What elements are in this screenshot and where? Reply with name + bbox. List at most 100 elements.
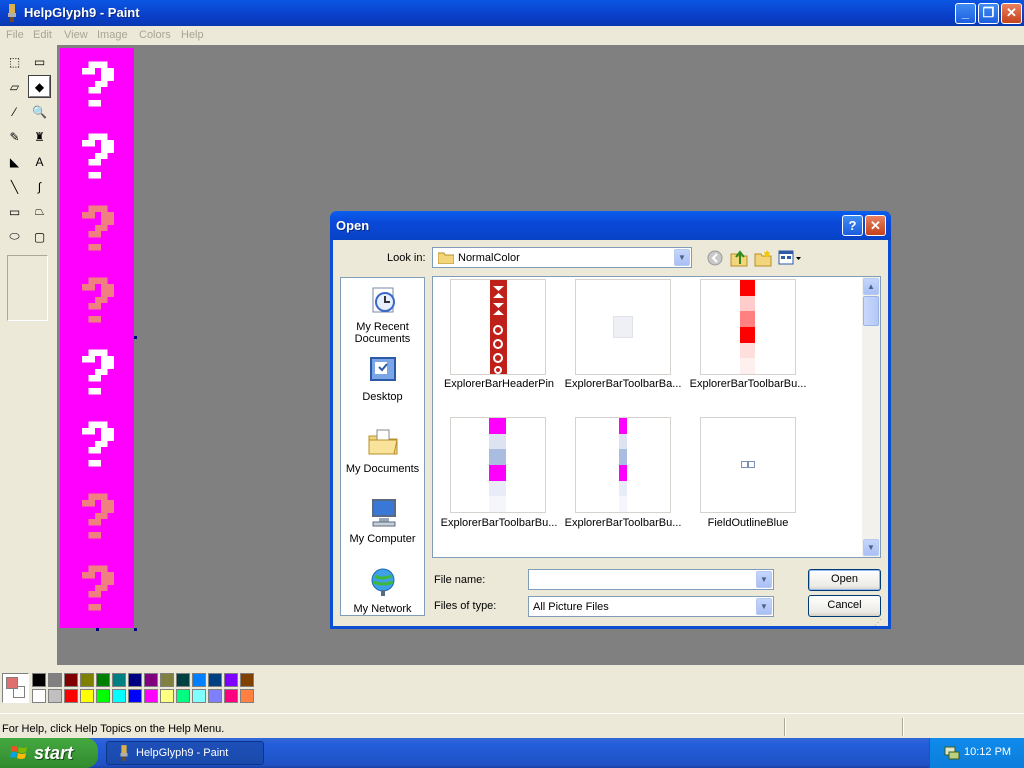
palette-swatch[interactable] [176,673,190,687]
start-button[interactable]: start [0,738,98,768]
new-folder-icon[interactable] [754,249,772,267]
menu-view[interactable]: View [64,29,88,41]
palette-swatch[interactable] [64,673,78,687]
file-thumbnail[interactable] [450,417,546,513]
palette-swatch[interactable] [240,689,254,703]
look-in-combo[interactable]: NormalColor ▼ [432,247,692,268]
rounded-rect-icon[interactable]: ▢ [29,226,50,247]
menu-edit[interactable]: Edit [33,29,52,41]
eraser-icon[interactable]: ▱ [4,76,25,97]
file-thumbnail[interactable] [575,279,671,375]
palette-swatch[interactable] [208,689,222,703]
help-button[interactable]: ? [842,215,863,236]
up-folder-icon[interactable] [730,249,748,267]
palette-swatch[interactable] [48,689,62,703]
place-my-recent-documents[interactable]: My Recent Documents [341,284,424,345]
file-thumbnail[interactable] [575,417,671,513]
rect-select-icon[interactable]: ▭ [29,51,50,72]
palette-swatch[interactable] [80,673,94,687]
curve-icon[interactable]: ∫ [29,176,50,197]
palette-swatch[interactable] [224,689,238,703]
file-thumbnail[interactable] [450,279,546,375]
brush-icon[interactable]: ♜ [29,126,50,147]
palette-swatch[interactable] [32,673,46,687]
place-my-network[interactable]: My Network [341,566,424,615]
eyedropper-icon[interactable]: ⁄ [4,101,25,122]
file-name-field[interactable]: ▼ [528,569,774,590]
resize-handle-corner[interactable] [134,628,137,631]
file-thumbnail[interactable] [700,417,796,513]
scroll-thumb[interactable] [863,296,879,326]
back-icon[interactable] [707,250,723,266]
foreground-color-swatch[interactable] [6,677,18,689]
resize-grip-icon[interactable]: ⋰ [874,618,886,627]
palette-swatch[interactable] [176,689,190,703]
window-title-bar[interactable]: HelpGlyph9 - Paint _ ❐ ✕ [0,0,1024,26]
drawing-canvas[interactable] [60,48,134,628]
place-my-computer[interactable]: My Computer [341,496,424,545]
tool-options-box[interactable] [7,255,48,321]
network-tray-icon[interactable] [943,745,961,761]
open-button[interactable]: Open [808,569,881,591]
place-desktop[interactable]: Desktop [341,354,424,403]
menu-colors[interactable]: Colors [139,29,171,41]
file-list-scrollbar[interactable]: ▲ ▼ [862,277,880,557]
file-name[interactable]: ExplorerBarToolbarBu... [437,517,561,529]
chevron-down-icon[interactable]: ▼ [756,598,772,615]
palette-swatch[interactable] [80,689,94,703]
menu-help[interactable]: Help [181,29,204,41]
ellipse-icon[interactable]: ⬭ [4,226,25,247]
palette-swatch[interactable] [144,689,158,703]
file-name[interactable]: ExplorerBarToolbarBu... [561,517,685,529]
pencil-icon[interactable]: ✎ [4,126,25,147]
files-of-type-select[interactable]: All Picture Files ▼ [528,596,774,617]
rectangle-icon[interactable]: ▭ [4,201,25,222]
line-icon[interactable]: ╲ [4,176,25,197]
minimize-button[interactable]: _ [955,3,976,24]
place-my-documents[interactable]: My Documents [341,426,424,475]
airbrush-icon[interactable]: ◣ [4,151,25,172]
palette-swatch[interactable] [112,673,126,687]
file-thumbnail[interactable] [700,279,796,375]
dialog-title-bar[interactable]: Open ? ✕ [330,211,891,240]
views-menu-icon[interactable] [778,250,802,266]
fill-bucket-icon[interactable]: ◆ [28,75,51,98]
file-name[interactable]: ExplorerBarToolbarBa... [561,378,685,390]
resize-handle-bottom[interactable] [96,628,99,631]
palette-swatch[interactable] [96,673,110,687]
maximize-button[interactable]: ❐ [978,3,999,24]
resize-handle-right[interactable] [134,336,137,339]
text-tool-icon[interactable]: A [29,151,50,172]
close-button[interactable]: ✕ [1001,3,1022,24]
dialog-close-button[interactable]: ✕ [865,215,886,236]
magnifier-icon[interactable]: 🔍 [29,101,50,122]
file-name[interactable]: FieldOutlineBlue [686,517,810,529]
scroll-up-icon[interactable]: ▲ [863,278,879,295]
palette-swatch[interactable] [96,689,110,703]
palette-swatch[interactable] [112,689,126,703]
palette-swatch[interactable] [128,689,142,703]
menu-image[interactable]: Image [97,29,128,41]
palette-swatch[interactable] [160,673,174,687]
free-form-select-icon[interactable]: ⬚ [4,51,25,72]
file-list[interactable]: ExplorerBarHeaderPin ExplorerBarToolbarB… [432,276,881,558]
menu-file[interactable]: File [6,29,24,41]
palette-swatch[interactable] [240,673,254,687]
palette-swatch[interactable] [64,689,78,703]
file-name[interactable]: ExplorerBarToolbarBu... [686,378,810,390]
palette-swatch[interactable] [128,673,142,687]
file-name[interactable]: ExplorerBarHeaderPin [437,378,561,390]
palette-swatch[interactable] [192,689,206,703]
palette-swatch[interactable] [144,673,158,687]
taskbar-item-paint[interactable]: HelpGlyph9 - Paint [106,741,264,765]
cancel-button[interactable]: Cancel [808,595,881,617]
palette-swatch[interactable] [48,673,62,687]
palette-swatch[interactable] [32,689,46,703]
palette-swatch[interactable] [160,689,174,703]
palette-swatch[interactable] [224,673,238,687]
palette-swatch[interactable] [208,673,222,687]
chevron-down-icon[interactable]: ▼ [674,249,690,266]
scroll-down-icon[interactable]: ▼ [863,539,879,556]
palette-swatch[interactable] [192,673,206,687]
chevron-down-icon[interactable]: ▼ [756,571,772,588]
